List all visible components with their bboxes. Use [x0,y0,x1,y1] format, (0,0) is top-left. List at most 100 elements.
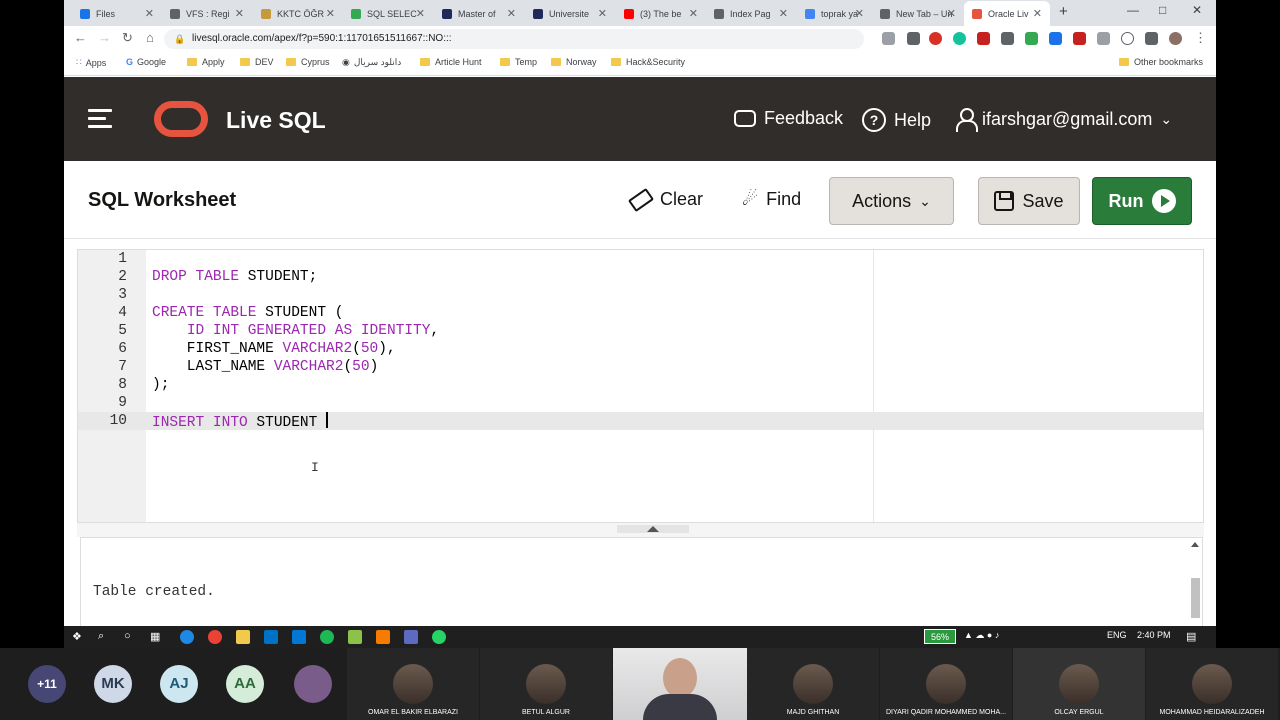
browser-tab[interactable]: Oracle Liv ✕ [964,1,1050,26]
bookmark-cyprus[interactable]: Cyprus [286,57,330,67]
participant-avatar[interactable]: AJ [160,665,198,703]
tools-extension-icon[interactable] [907,32,920,45]
actions-dropdown[interactable]: Actions ⌄ [829,177,954,225]
close-tab-icon[interactable]: ✕ [235,7,244,20]
hamburger-menu-icon[interactable] [88,109,112,128]
puzzle-icon[interactable] [1145,32,1158,45]
feedback-link[interactable]: Feedback [734,108,843,129]
collapse-up-icon[interactable] [647,526,659,532]
browser-tab[interactable]: VFS : Regi ✕ [162,1,252,26]
adblock-icon[interactable] [929,32,942,45]
browser-tab[interactable]: toprak ya ✕ [797,1,872,26]
clear-button[interactable]: Clear [627,187,703,212]
bookmark-norway[interactable]: Norway [551,57,597,67]
back-icon[interactable]: ← [74,30,87,45]
participant-tile[interactable]: MOHAMMAD HEIDARALIZADEH [1146,648,1278,720]
language-indicator[interactable]: ENG [1107,630,1127,640]
app-icon[interactable] [376,630,390,644]
bookmark-dev[interactable]: DEV [240,57,274,67]
url-bar[interactable]: 🔒 livesql.oracle.com/apex/f?p=590:1:1170… [164,29,916,49]
extension-icon[interactable] [1025,32,1038,45]
close-tab-icon[interactable]: ✕ [507,7,516,20]
notification-icon[interactable]: ▤ [1186,630,1196,643]
cortana-icon[interactable]: ○ [124,630,131,642]
forward-icon[interactable]: → [98,30,111,45]
extension-icon[interactable] [1049,32,1062,45]
vscode-icon[interactable] [292,630,306,644]
windows-start-icon[interactable]: ❖ [72,630,82,643]
participant-tile[interactable]: OMAR EL BAKIR ELBARAZI [347,648,479,720]
browser-tab[interactable]: Universite ✕ [525,1,615,26]
output-scrollbar[interactable] [1191,542,1200,627]
close-window-icon[interactable]: ✕ [1192,3,1202,17]
participant-tile[interactable]: BETÜL ALGÜR [480,648,612,720]
profile-avatar[interactable] [1169,32,1182,45]
tray-icons[interactable]: ▲ ☁ ● ♪ [964,630,999,641]
maximize-icon[interactable]: □ [1159,3,1166,17]
edge-icon[interactable] [180,630,194,644]
bookmark-temp[interactable]: Temp [500,57,537,67]
menu-kebab-icon[interactable]: ⋮ [1194,30,1207,46]
close-tab-icon[interactable]: ✕ [689,7,698,20]
reload-icon[interactable]: ↻ [122,30,133,46]
browser-tab[interactable]: (3) The be ✕ [616,1,706,26]
user-menu[interactable]: ifarshgar@gmail.com ⌄ [956,108,1172,132]
participant-tile[interactable]: MAJD GHITHAN [747,648,879,720]
bookmark-hack-security[interactable]: Hack&Security [611,57,685,67]
outlook-icon[interactable] [264,630,278,644]
file-explorer-icon[interactable] [236,630,250,644]
close-tab-icon[interactable]: ✕ [145,7,154,20]
search-icon[interactable]: ⌕ [98,630,104,643]
bookmark-apply[interactable]: Apply [187,57,225,67]
scroll-thumb[interactable] [1191,578,1200,618]
whatsapp-icon[interactable] [432,630,446,644]
participant-avatar[interactable]: AA [226,665,264,703]
pane-splitter[interactable] [77,523,1204,537]
teams-icon[interactable] [404,630,418,644]
close-tab-icon[interactable]: ✕ [779,7,788,20]
spotify-icon[interactable] [320,630,334,644]
browser-tab[interactable]: Files ✕ [72,1,162,26]
participant-avatar[interactable]: MK [94,665,132,703]
minimize-icon[interactable]: — [1127,3,1139,17]
close-tab-icon[interactable]: ✕ [855,7,864,20]
extension-icon[interactable] [1121,32,1134,45]
close-tab-icon[interactable]: ✕ [598,7,607,20]
extension-icon[interactable] [1001,32,1014,45]
scroll-up-icon[interactable] [1191,542,1199,547]
camera-extension-icon[interactable] [882,32,895,45]
run-button[interactable]: Run [1092,177,1192,225]
bookmark-serial[interactable]: ◉ دانلود سریال [342,57,401,68]
participant-photo-avatar[interactable] [294,665,332,703]
browser-tab[interactable]: SQL SELEC ✕ [343,1,433,26]
extension-icon[interactable] [1097,32,1110,45]
clock[interactable]: 2:40 PM [1137,630,1171,640]
save-button[interactable]: Save [978,177,1080,225]
participant-tile[interactable]: OLCAY ERGÜL [1013,648,1145,720]
close-tab-icon[interactable]: ✕ [947,7,956,20]
help-link[interactable]: ? Help [862,108,931,132]
close-tab-icon[interactable]: ✕ [1033,7,1042,20]
bookmark-article-hunt[interactable]: Article Hunt [420,57,482,67]
browser-tab[interactable]: KKTC ÖĞR ✕ [253,1,343,26]
browser-tab[interactable]: Master of ✕ [434,1,524,26]
bookmark-google[interactable]: G Google [126,57,166,67]
participant-avatar[interactable]: +11 [28,665,66,703]
browser-tab[interactable]: New Tab – Un ✕ [872,1,964,26]
battery-badge[interactable]: 56% [924,629,956,644]
app-icon[interactable] [348,630,362,644]
bookmark-other[interactable]: Other bookmarks [1119,57,1203,67]
active-speaker-video[interactable] [613,648,747,720]
extension-icon[interactable] [1073,32,1086,45]
find-button[interactable]: ☄ Find [742,189,801,210]
browser-tab[interactable]: Index Pag ✕ [706,1,796,26]
new-tab-button[interactable]: + [1059,3,1068,20]
home-icon[interactable]: ⌂ [146,30,154,45]
grammarly-icon[interactable] [953,32,966,45]
sql-editor[interactable]: 1 2 3 4 5 6 7 8 9 10 DROP TABLE STUDENT; CREATE T… [77,249,1204,523]
bookmark-apps[interactable]: ∷ Apps [76,57,106,68]
task-view-icon[interactable]: ▦ [150,630,160,643]
close-tab-icon[interactable]: ✕ [416,7,425,20]
chrome-icon[interactable] [208,630,222,644]
participant-tile[interactable]: DIYARI QADIR MOHAMMED MOHA... [880,648,1012,720]
